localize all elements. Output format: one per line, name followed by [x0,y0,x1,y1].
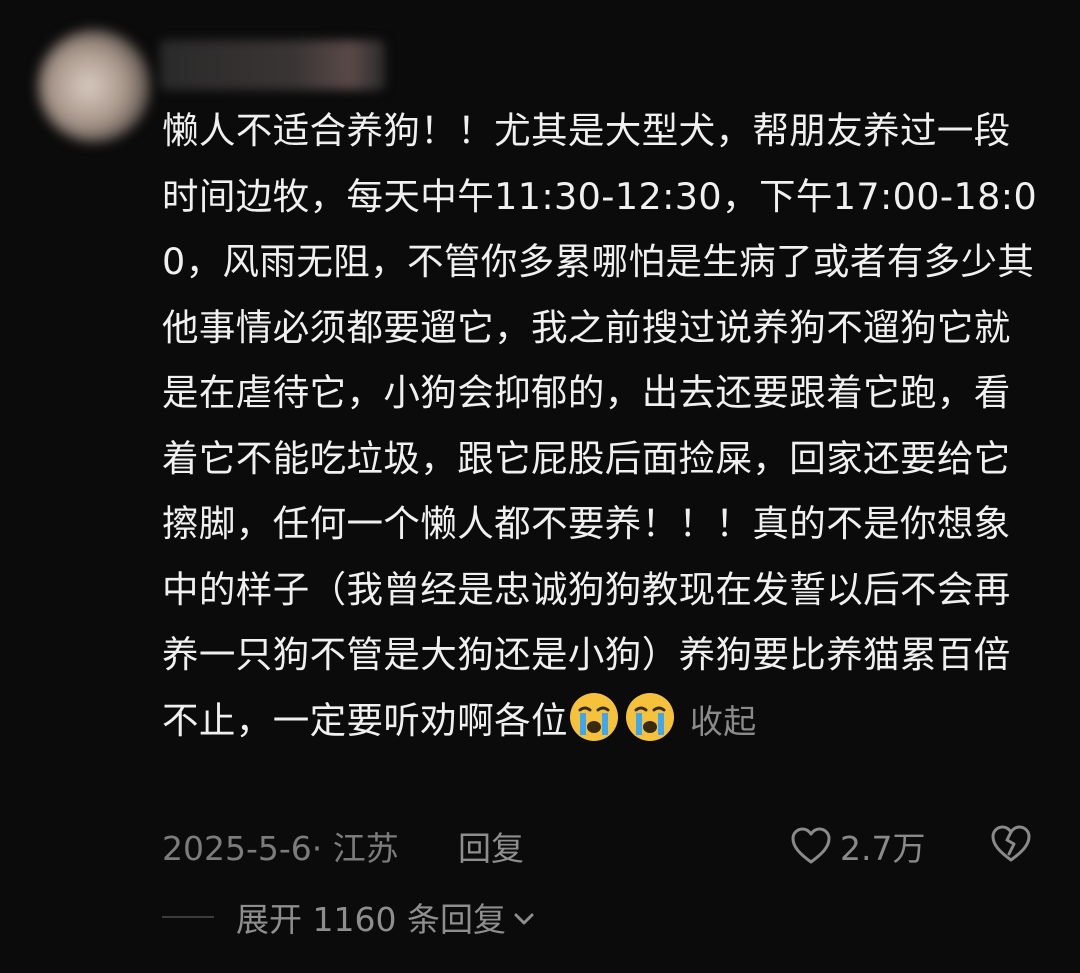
avatar[interactable] [38,30,150,142]
crying-face-icon [569,692,618,741]
reply-button[interactable]: 回复 [458,822,524,870]
like-button[interactable]: 2.7万 [790,822,925,870]
expand-replies-label: 展开 1160 条回复 [236,900,506,939]
expand-replies-button[interactable]: 展开 1160 条回复 [162,893,536,941]
comment-meta-row: 2025-5-6· 江苏 回复 2.7万 [162,822,1042,870]
heart-icon [790,826,832,866]
comment-item: 懒人不适合养狗！！尤其是大型犬，帮朋友养过一段时间边牧，每天中午11:30-12… [0,0,1080,973]
collapse-link[interactable]: 收起 [690,702,757,741]
date-location: 2025-5-6· 江苏 [162,829,399,868]
broken-heart-icon[interactable] [990,824,1032,864]
chevron-down-icon [512,898,536,937]
divider-line [162,916,214,918]
like-count: 2.7万 [840,829,926,868]
username-blurred[interactable] [160,40,385,90]
crying-face-icon [625,692,674,741]
comment-text-block: 懒人不适合养狗！！尤其是大型犬，帮朋友养过一段时间边牧，每天中午11:30-12… [162,98,1042,754]
comment-text: 懒人不适合养狗！！尤其是大型犬，帮朋友养过一段时间边牧，每天中午11:30-12… [162,109,1038,742]
